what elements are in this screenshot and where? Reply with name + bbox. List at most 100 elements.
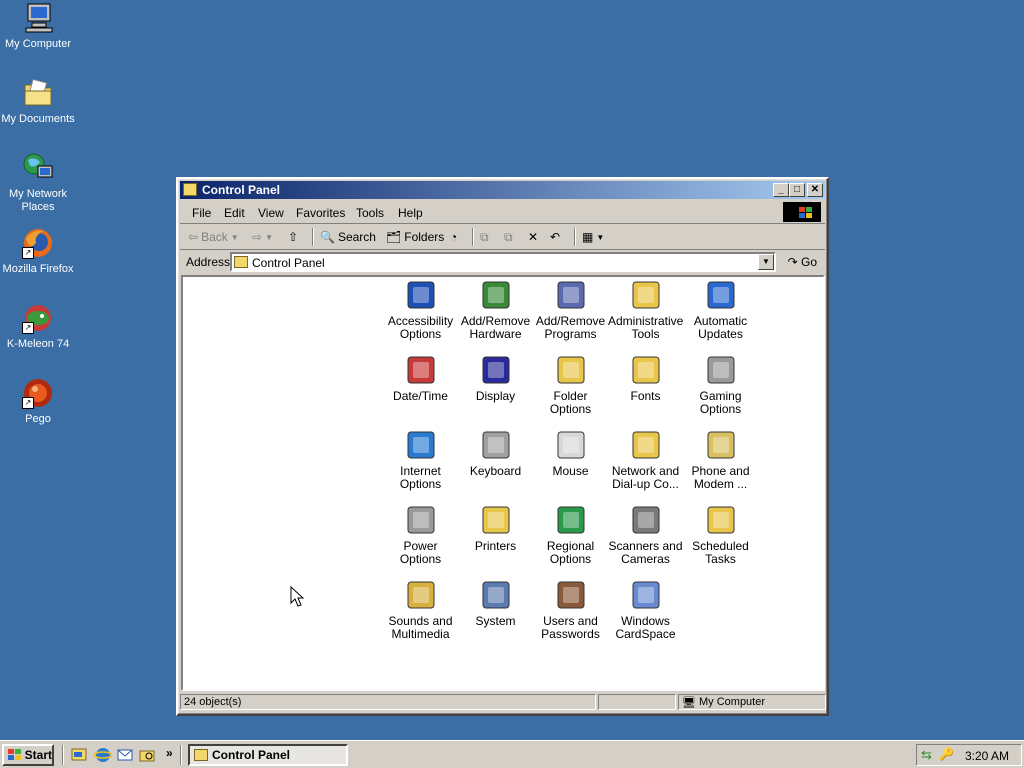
control-panel-item[interactable]: Add/Remove Programs [533,279,608,341]
control-panel-item[interactable]: Sounds and Multimedia [383,579,458,641]
copy-to-icon: ⧉ [504,229,513,244]
quicklaunch-outlook-express[interactable] [116,746,134,764]
address-dropdown-button[interactable]: ▼ [758,254,774,270]
forward-button[interactable]: ⇨ ▼ [252,229,273,245]
control-panel-item-label: Scheduled Tasks [692,539,749,566]
control-panel-item[interactable]: Regional Options [533,504,608,566]
control-panel-item[interactable]: Power Options [383,504,458,566]
desktop-icon-label: Pego [25,413,51,425]
control-panel-item[interactable]: Display [458,354,533,403]
folders-icon: 🗂 [386,230,402,244]
control-panel-item[interactable]: Date/Time [383,354,458,403]
computer-icon [22,2,54,34]
control-panel-item[interactable]: Network and Dial-up Co... [608,429,683,491]
move-to-button[interactable]: ⧉ [480,229,489,245]
history-button[interactable]: ◔ [450,229,457,245]
title-bar[interactable]: Control Panel _ □ ✕ [180,181,825,199]
control-panel-item[interactable]: Accessibility Options [383,279,458,341]
kmeleon-icon: ↗ [22,302,54,334]
control-panel-item-label: Sounds and Multimedia [388,614,453,641]
windows-logo-icon [783,202,821,222]
copy-to-button[interactable]: ⧉ [504,229,513,245]
maximize-button[interactable]: □ [789,183,805,197]
my-computer-small-icon: 🖥 [682,697,696,709]
delete-button[interactable]: ✕ [528,229,538,245]
toolbar-separator [574,228,576,246]
control-panel-item-label: Internet Options [399,464,442,491]
back-button[interactable]: ⇦ Back ▼ [188,229,239,245]
taskbar-button-control-panel[interactable]: Control Panel [188,744,348,766]
start-button[interactable]: Start [2,744,54,766]
mouse-pointer-icon [290,586,304,607]
control-panel-item-label: Phone and Modem ... [691,464,750,491]
address-field[interactable]: Control Panel ▼ [230,252,776,272]
control-panel-item[interactable]: Windows CardSpace [608,579,683,641]
control-panel-folder-icon [194,749,208,761]
control-panel-item[interactable]: Printers [458,504,533,553]
earth-icon [555,504,587,536]
control-panel-item[interactable]: Add/Remove Hardware [458,279,533,341]
control-panel-item[interactable]: Fonts [608,354,683,403]
desktop-icon-my-network-places[interactable]: My Network Places [0,152,76,214]
control-panel-item[interactable]: Automatic Updates [683,279,758,341]
go-button[interactable]: ↷ Go [788,255,817,269]
pego-icon: ↗ [22,377,54,409]
menu-view[interactable]: View [258,206,284,220]
desktop-icon-label: K-Meleon 74 [6,338,70,350]
quicklaunch-more-chevron[interactable]: » [166,746,173,760]
up-folder-icon: ⇧ [288,230,299,244]
desktop-icon-label: My Computer [4,38,72,50]
network-tray-icon[interactable]: ⇆ [921,747,932,763]
menu-file[interactable]: File [192,206,211,220]
clock[interactable]: 3:20 AM [965,749,1009,763]
dropdown-arrow-icon: ▼ [265,232,273,242]
control-panel-item[interactable]: Internet Options [383,429,458,491]
forward-arrow-icon: ⇨ [252,230,263,244]
up-folder-button[interactable]: ⇧ [288,229,298,245]
control-panel-item[interactable]: Folder Options [533,354,608,416]
control-panel-item[interactable]: Scheduled Tasks [683,504,758,566]
menu-tools[interactable]: Tools [356,206,384,220]
desktop-icon-pego[interactable]: ↗ Pego [0,377,76,426]
desktop-icon-my-documents[interactable]: My Documents [0,77,76,126]
desktop-icon-mozilla-firefox[interactable]: ↗ Mozilla Firefox [0,227,76,276]
undo-button[interactable]: ↶ [550,229,560,245]
network-connections-icon [630,429,662,461]
quicklaunch-internet-explorer[interactable] [93,746,113,764]
power-icon [405,504,437,536]
history-icon: ◔ [450,230,458,244]
control-panel-item[interactable]: Keyboard [458,429,533,478]
control-panel-item-label: Date/Time [393,389,448,403]
internet-explorer-icon [93,748,113,762]
control-panel-item[interactable]: System [458,579,533,628]
minimize-button[interactable]: _ [773,183,789,197]
control-panel-item[interactable]: Users and Passwords [533,579,608,641]
control-panel-item-label: Administrative Tools [608,314,684,341]
menu-help[interactable]: Help [398,206,423,220]
control-panel-item[interactable]: Phone and Modem ... [683,429,758,491]
menu-edit[interactable]: Edit [224,206,245,220]
control-panel-item[interactable]: Mouse [533,429,608,478]
menu-favorites[interactable]: Favorites [296,206,345,220]
desktop-icon-label: Mozilla Firefox [2,263,74,275]
quicklaunch-show-desktop[interactable] [70,746,88,764]
quicklaunch-explorer[interactable] [138,746,156,764]
desktop-icon-label: My Network Places [8,188,68,213]
outlook-express-icon [117,749,133,761]
close-button[interactable]: ✕ [807,183,823,197]
control-panel-content: Accessibility Options Add/Remove Hardware… [181,275,825,691]
desktop-icon-my-computer[interactable]: My Computer [0,2,76,51]
toolbar-separator [312,228,314,246]
views-button[interactable]: ▦ ▼ [582,229,604,245]
search-button[interactable]: 🔍 Search [320,229,376,245]
delete-icon: ✕ [528,230,539,244]
control-panel-item[interactable]: Scanners and Cameras [608,504,683,566]
security-tray-icon[interactable]: 🔑 [939,747,954,761]
control-panel-item[interactable]: Gaming Options [683,354,758,416]
desktop-icon-label: My Documents [1,113,75,125]
folders-button[interactable]: 🗂 Folders [386,229,444,245]
desktop-icon-k-meleon[interactable]: ↗ K-Meleon 74 [0,302,76,351]
system-icon [480,579,512,611]
control-panel-item[interactable]: Administrative Tools [608,279,683,341]
network-icon [22,152,54,184]
